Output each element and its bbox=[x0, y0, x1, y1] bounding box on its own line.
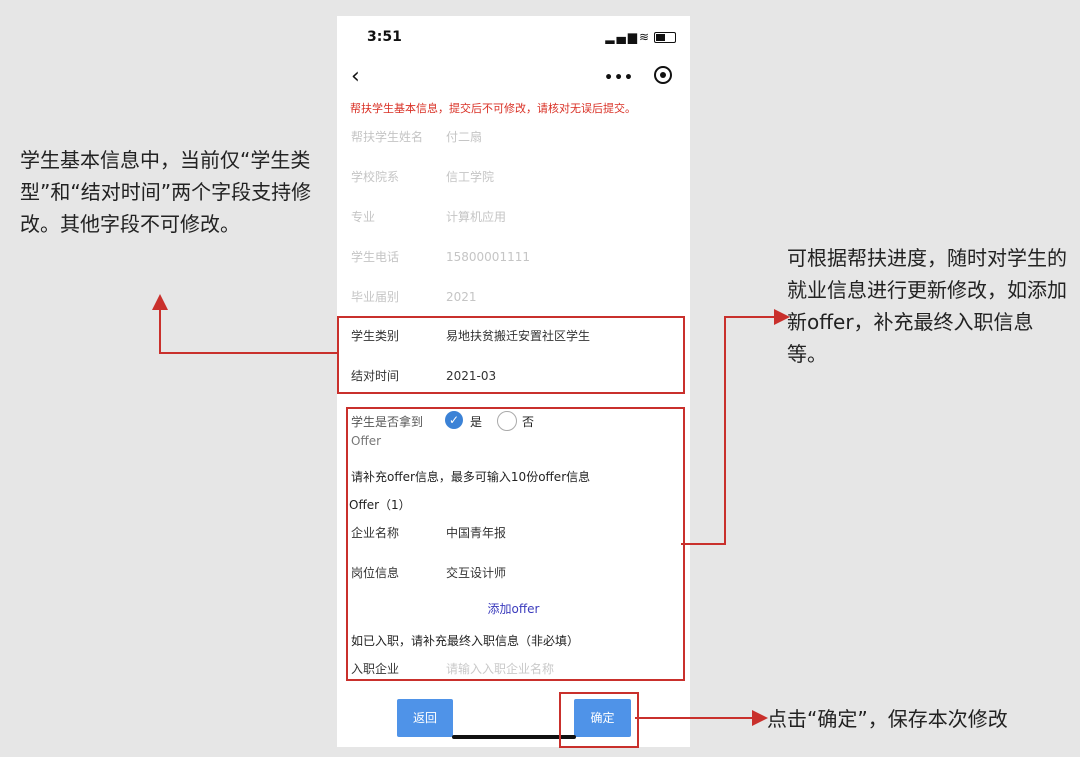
annotation-left: 学生基本信息中，当前仅“学生类型”和“结对时间”两个字段支持修改。其他字段不可修… bbox=[20, 148, 312, 236]
arrow-right bbox=[681, 309, 790, 545]
annotation-right: 可根据帮扶进度，随时对学生的就业信息进行更新修改，如添加新offer，补充最终入… bbox=[787, 246, 1067, 366]
annotation-arrows bbox=[152, 294, 790, 726]
annotation-bottom: 点击“确定”，保存本次修改 bbox=[767, 707, 1008, 731]
arrow-left bbox=[152, 294, 337, 354]
